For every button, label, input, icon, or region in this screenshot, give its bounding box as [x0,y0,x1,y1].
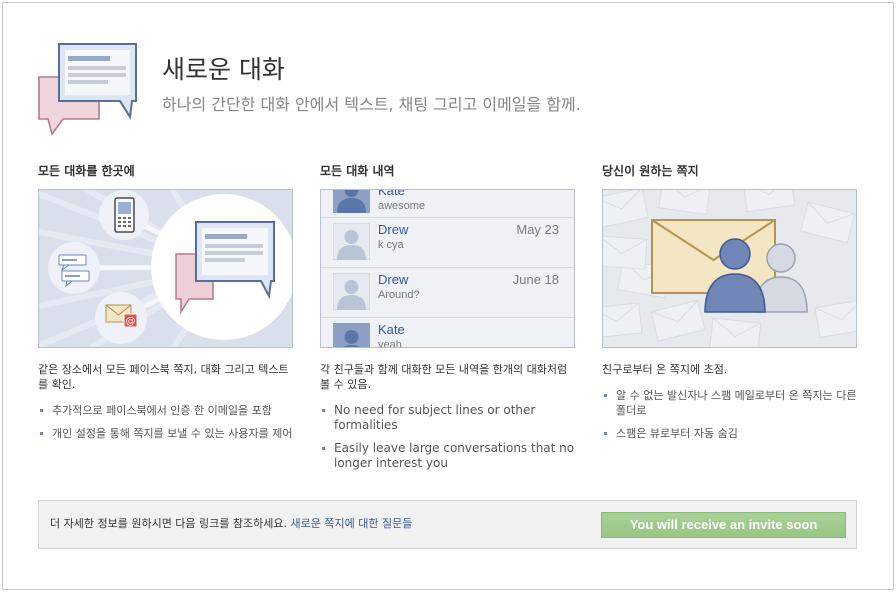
footer-text: 더 자세한 정보를 원하시면 다음 링크를 참조하세요. [50,517,287,530]
feature-item: 개인 설정을 통해 쪽지를 보낼 수 있는 사용자를 제어 [38,426,293,441]
column-description: 같은 장소에서 모든 페이스북 쪽지, 대화 그리고 텍스트를 확인. [38,363,289,391]
message-row: Drew Around? June 18 [321,268,574,318]
conversations-illustration: @ [38,189,293,348]
page-subtitle: 하나의 간단한 대화 안에서 텍스트, 채팅 그리고 이메일을 함께. [162,95,581,114]
feature-item: 추가적으로 페이스북에서 인증 한 이메일을 포함 [38,403,293,418]
message-history-illustration: Kate awesome Drew k cya May 23 Drew Arou… [320,189,575,348]
bullet-marker [604,432,607,435]
feature-list: 알 수 없는 발신자나 스팸 메일로부터 온 쪽지는 다른 폴더로 스팸은 뷰로… [602,388,857,441]
email-icon: @ [95,292,147,344]
svg-text:@: @ [126,316,136,327]
at-sign-icon: @ [123,313,138,328]
feature-column-all-conversations: 모든 대화를 한곳에 @ 같은 장소에서 모든 페이스북 쪽지, 대화 그리고 … [38,164,293,449]
message-list: Kate awesome Drew k cya May 23 Drew Arou… [321,190,574,347]
faq-link[interactable]: 새로운 쪽지에 대한 질문들 [291,517,413,530]
sender-name: Kate [378,189,405,198]
column-heading: 모든 대화 내역 [320,164,395,178]
bullet-marker [40,432,43,435]
message-snippet: Around? [378,289,420,301]
bullet-marker [604,394,607,397]
feature-text: Easily leave large conversations that no… [334,441,575,470]
footer-info: 더 자세한 정보를 원하시면 다음 링크를 참조하세요. 새로운 쪽지에 대한 … [50,516,412,531]
friends-messages-illustration [602,189,857,348]
message-date: May 23 [516,222,559,237]
feature-item: 알 수 없는 발신자나 스팸 메일로부터 온 쪽지는 다른 폴더로 [602,388,857,418]
feature-text: 알 수 없는 발신자나 스팸 메일로부터 온 쪽지는 다른 폴더로 [616,389,857,417]
message-snippet: awesome [378,200,426,212]
feature-item: No need for subject lines or other forma… [320,403,575,433]
feature-item: Easily leave large conversations that no… [320,441,575,471]
footer-bar: 더 자세한 정보를 원하시면 다음 링크를 참조하세요. 새로운 쪽지에 대한 … [38,500,857,549]
feature-item: 스팸은 뷰로부터 자동 숨김 [602,426,857,441]
column-heading: 당신이 원하는 쪽지 [602,164,699,178]
invite-button[interactable]: You will receive an invite soon [601,512,846,538]
feature-text: 개인 설정을 통해 쪽지를 보낼 수 있는 사용자를 제어 [52,427,293,440]
page-title: 새로운 대화 [162,55,285,84]
feature-column-conversation-history: 모든 대화 내역 Kate awesome Drew k cya May 23 … [320,164,575,479]
message-row: Kate yeah [321,318,574,348]
phone-icon [99,190,149,240]
bullet-marker [322,409,325,412]
feature-list: No need for subject lines or other forma… [320,403,575,471]
chat-bubbles-icon [48,242,100,294]
message-row: Drew k cya May 23 [321,218,574,268]
feature-text: No need for subject lines or other forma… [334,403,536,432]
message-row: Kate awesome [321,189,574,218]
avatar-icon [333,223,370,260]
sender-name: Drew [378,272,409,287]
avatar-icon [333,273,370,310]
feature-text: 추가적으로 페이스북에서 인증 한 이메일을 포함 [52,404,272,417]
column-description: 친구로부터 온 쪽지에 초점. [602,363,728,376]
message-date: June 18 [512,272,559,287]
feature-list: 추가적으로 페이스북에서 인증 한 이메일을 포함 개인 설정을 통해 쪽지를 … [38,403,293,441]
column-description: 각 친구들과 함께 대화한 모든 내역을 한개의 대화처럼 볼 수 있음. [320,363,568,391]
avatar-icon [333,190,370,213]
column-heading: 모든 대화를 한곳에 [38,164,135,178]
avatar-icon [333,323,370,347]
speech-bubbles-icon [38,42,138,136]
bullet-marker [40,409,43,412]
feature-column-messages-you-want: 당신이 원하는 쪽지 친구로부터 온 쪽지에 초점. 알 수 없는 발신자나 스… [602,164,857,449]
feature-text: 스팸은 뷰로부터 자동 숨김 [616,427,738,440]
message-snippet: k cya [378,239,404,251]
sender-name: Kate [378,322,405,337]
bullet-marker [322,447,325,450]
sender-name: Drew [378,222,409,237]
message-snippet: yeah [378,339,402,348]
